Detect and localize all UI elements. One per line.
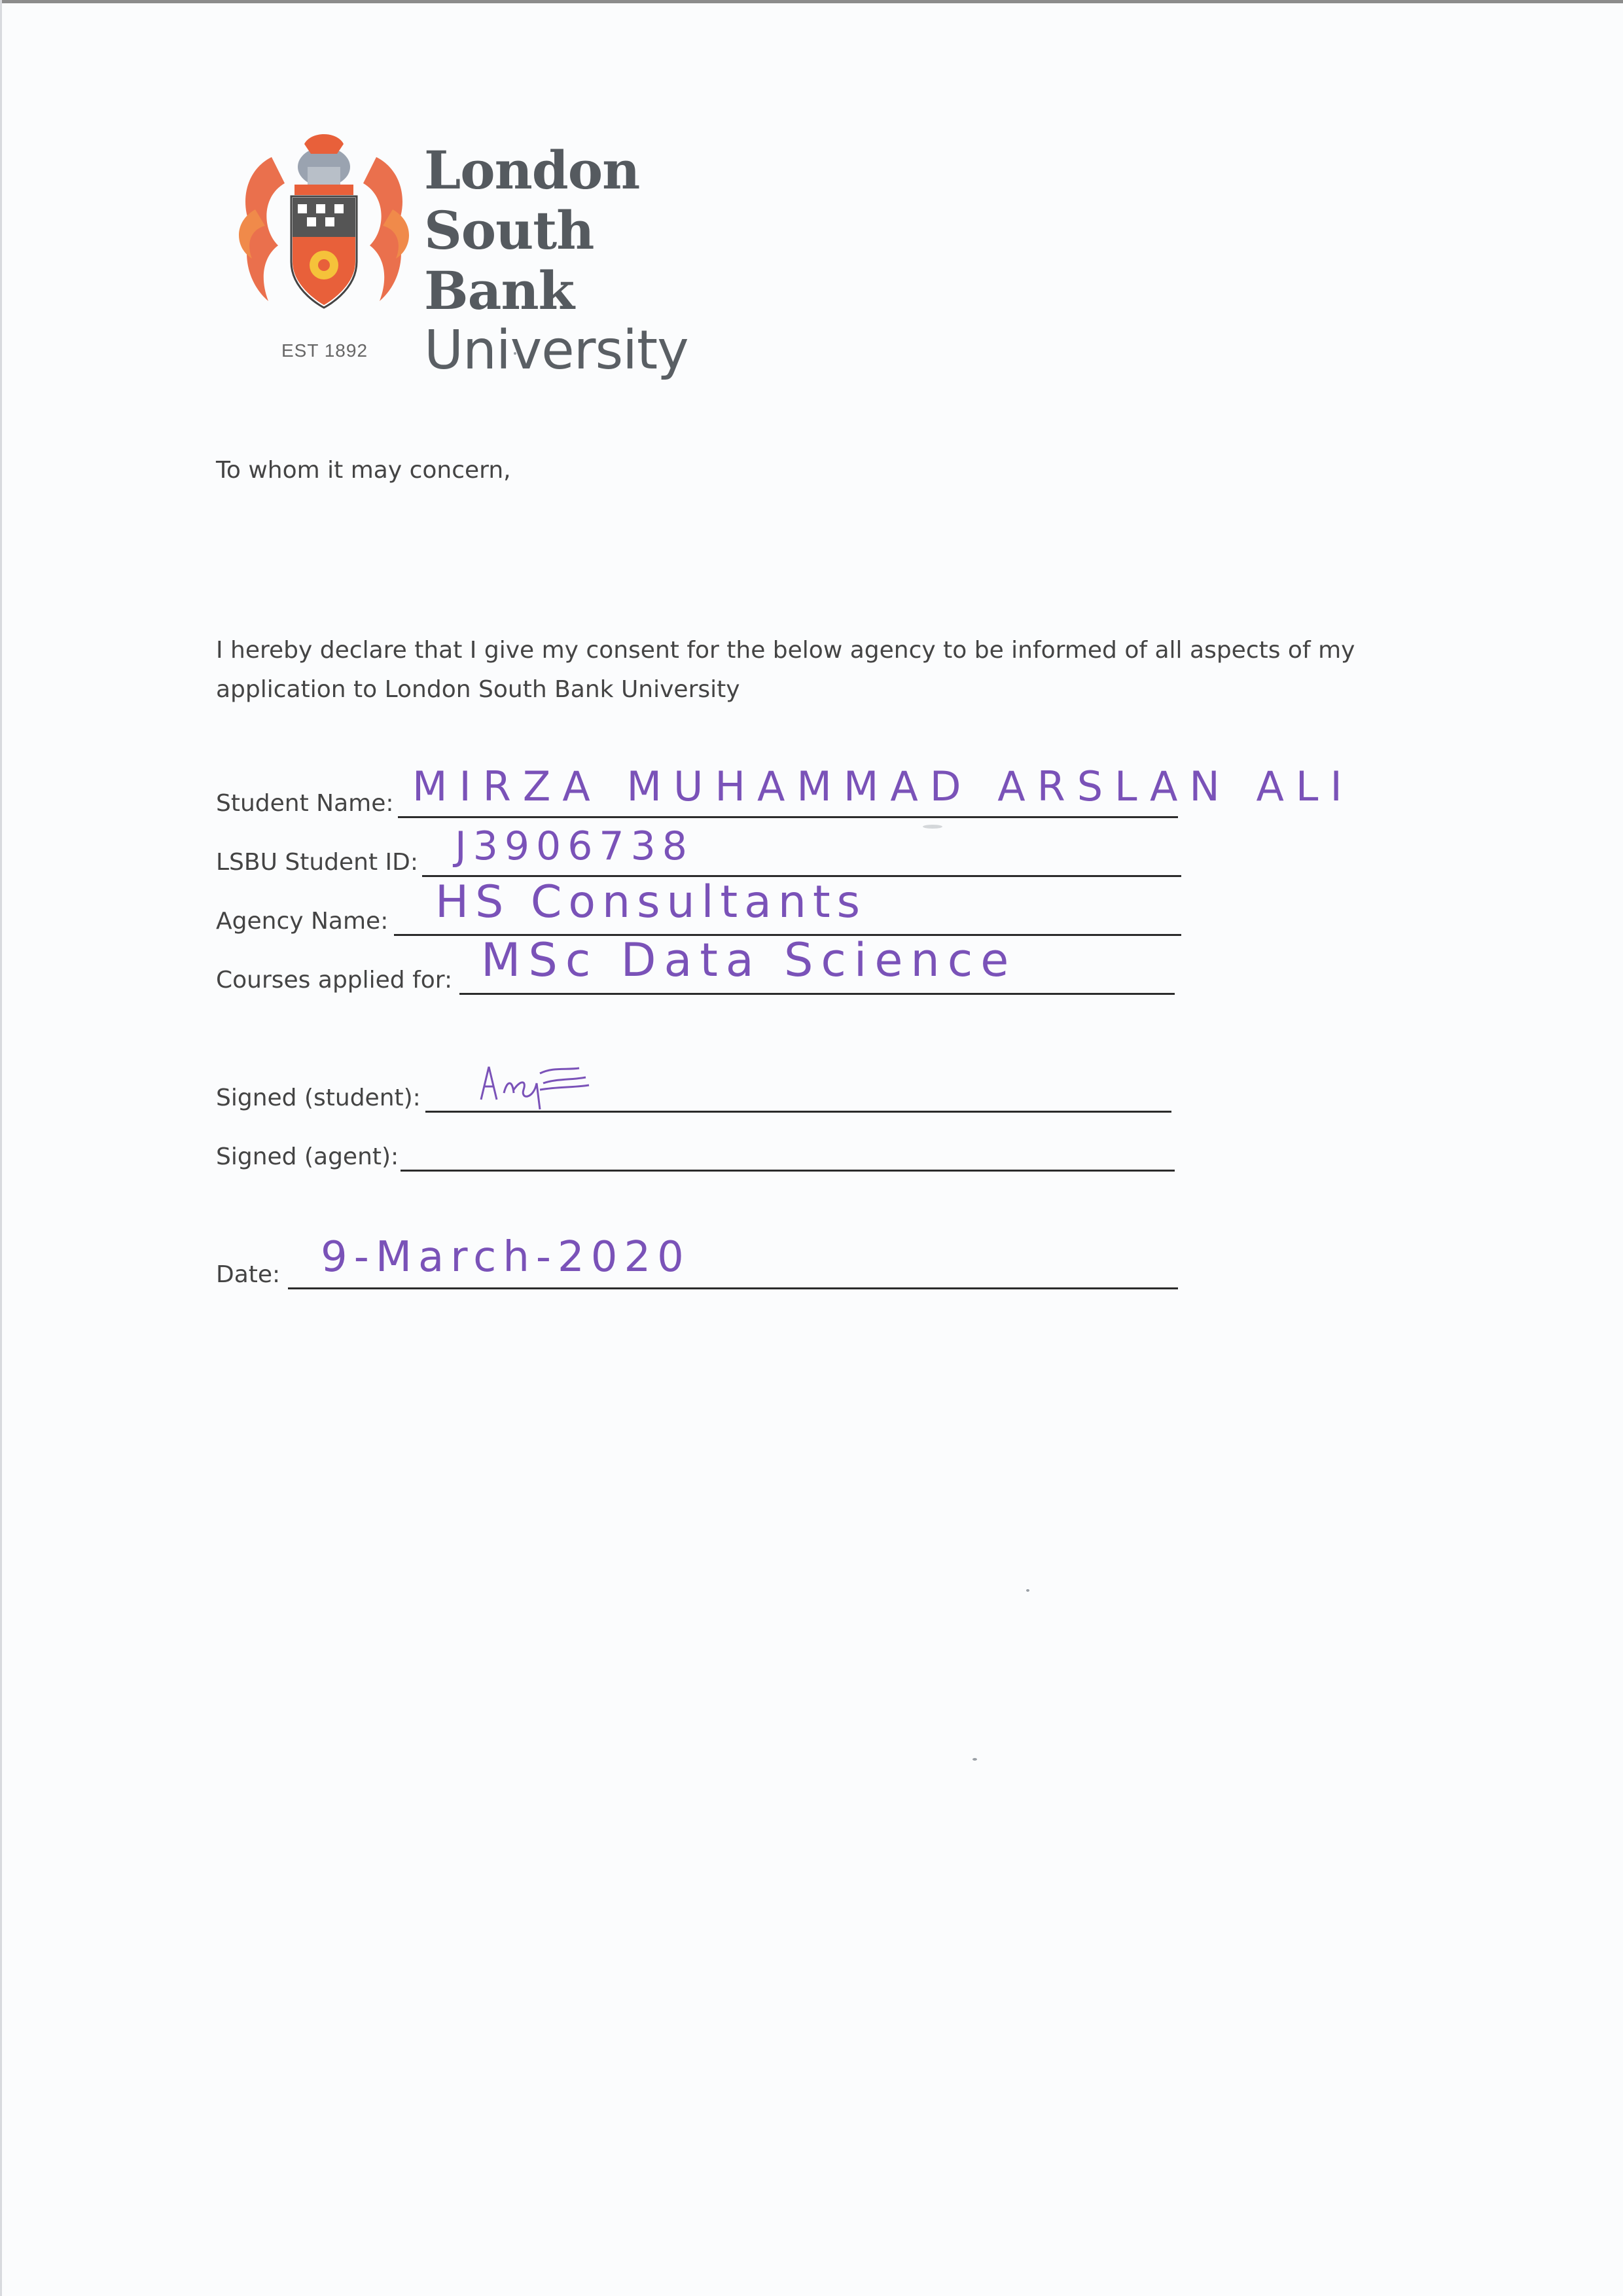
agency-name-field: Agency Name: HS Consultants <box>216 870 1181 936</box>
courses-value: MSc Data Science <box>481 933 1017 987</box>
wordmark-line-1: London <box>424 139 640 201</box>
scan-speck <box>514 352 516 355</box>
student-id-field: LSBU Student ID: J3906738 <box>216 812 1181 877</box>
date-line <box>288 1287 1178 1289</box>
student-name-field: Student Name: MIRZA MUHAMMAD ARSLAN ALI <box>216 753 1342 818</box>
scan-edge-left <box>0 0 2 2296</box>
university-crest-logo <box>239 134 409 309</box>
signed-agent-line <box>401 1170 1175 1172</box>
courses-field: Courses applied for: MSc Data Science <box>216 929 1175 995</box>
date-field: Date: 9-March-2020 <box>216 1224 1178 1289</box>
scan-speck <box>972 1758 977 1761</box>
salutation: To whom it may concern, <box>216 457 511 484</box>
agency-name-value: HS Consultants <box>435 876 867 928</box>
wordmark-line-2: South Bank <box>424 200 594 321</box>
courses-label: Courses applied for: <box>216 967 453 994</box>
date-value: 9-March-2020 <box>321 1233 690 1282</box>
date-label: Date: <box>216 1261 281 1288</box>
scan-edge <box>0 0 1623 3</box>
signed-student-field: Signed (student): <box>216 1047 1171 1113</box>
signed-agent-field: Signed (agent): <box>216 1106 1175 1172</box>
established-year: EST 1892 <box>281 340 368 361</box>
courses-line <box>459 993 1175 995</box>
wordmark-line-3: University <box>424 319 689 382</box>
student-id-value: J3906738 <box>455 823 694 869</box>
signed-agent-label: Signed (agent): <box>216 1143 399 1170</box>
student-signature <box>480 1066 590 1110</box>
letterhead: London South Bank University EST 1892 <box>232 131 756 381</box>
scan-speck <box>1026 1589 1029 1592</box>
university-wordmark: London South Bank University <box>424 140 756 381</box>
student-name-value: MIRZA MUHAMMAD ARSLAN ALI <box>412 762 1354 810</box>
consent-declaration: I hereby declare that I give my consent … <box>216 637 1355 703</box>
scan-speck <box>923 825 942 829</box>
